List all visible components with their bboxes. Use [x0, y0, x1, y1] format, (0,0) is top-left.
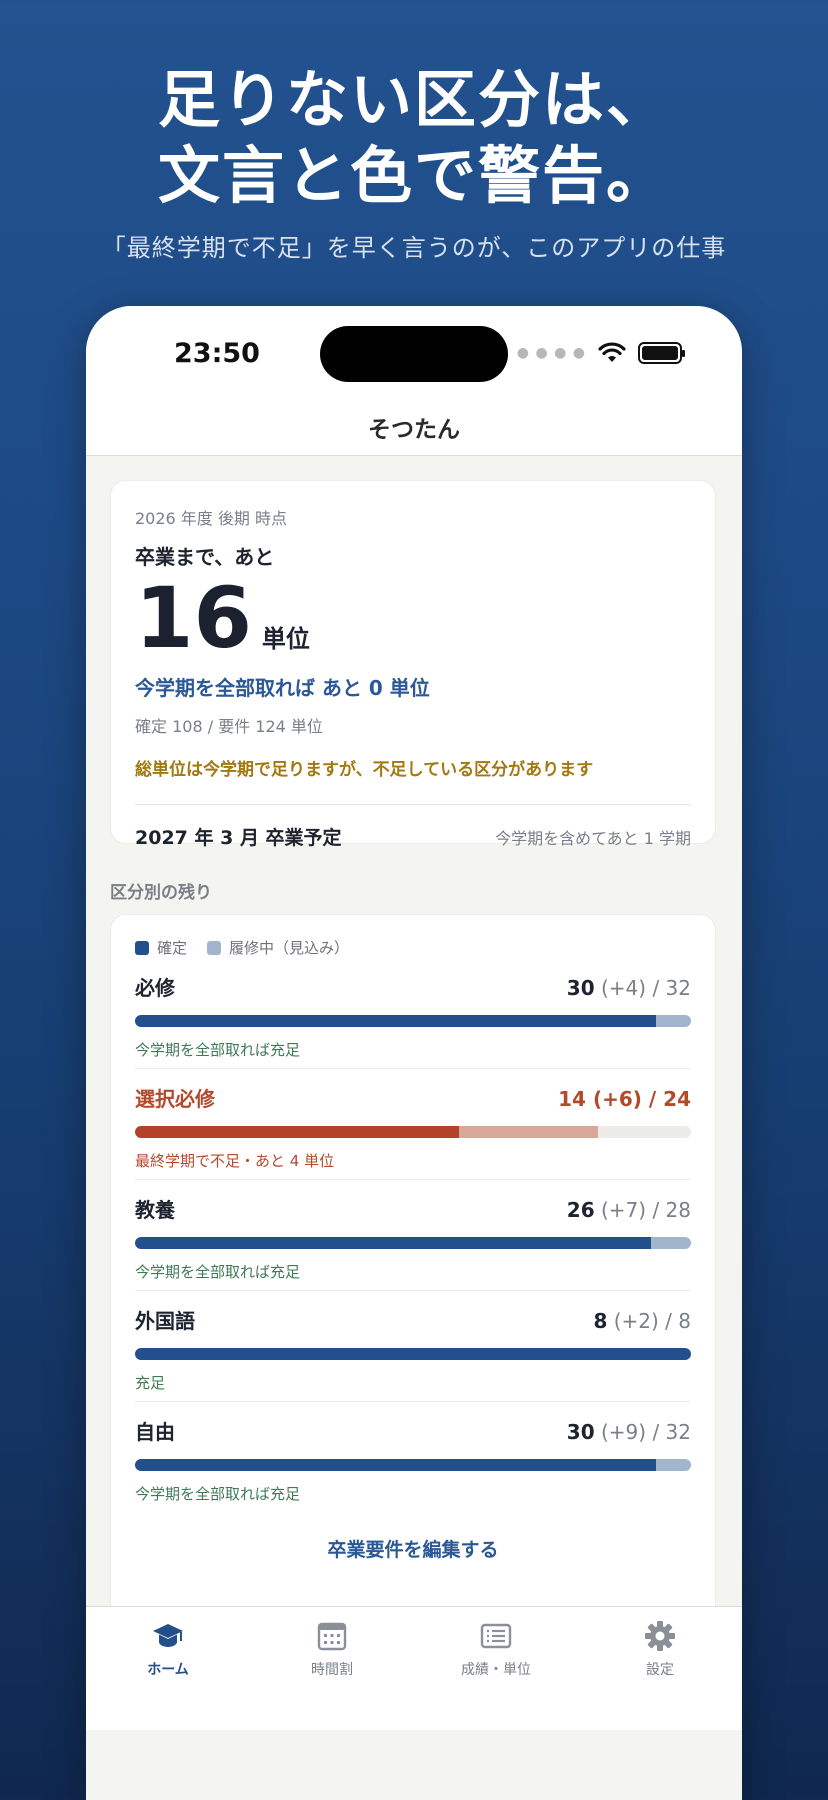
confirmed-fill	[135, 1126, 460, 1138]
category-name: 外国語	[135, 1309, 195, 1333]
remaining-unit: 単位	[261, 625, 310, 653]
legend: 確定 履修中（見込み）	[135, 937, 691, 958]
confirmed-fill	[135, 1459, 657, 1471]
category-list: 必修 30 (+4) / 32 今学期を全部取れば充足 選択必修 14 (+6)…	[135, 958, 691, 1513]
category-name: 教養	[135, 1198, 175, 1222]
tab-label: 成績・単位	[461, 1662, 531, 1678]
confirmed-fill	[135, 1348, 691, 1360]
category-name: 選択必修	[135, 1087, 215, 1111]
tab-label: 時間割	[311, 1662, 353, 1678]
category-status: 今学期を全部取れば充足	[135, 1041, 301, 1059]
promo-subline: 「最終学期で不足」を早く言うのが、このアプリの仕事	[101, 234, 727, 262]
category-status: 最終学期で不足・あと 4 単位	[135, 1152, 335, 1170]
credit-detail: 確定 108 / 要件 124 単位	[135, 717, 323, 736]
gear-icon	[645, 1621, 675, 1651]
tab-label: 設定	[646, 1662, 674, 1678]
if-all-text: 今学期を全部取れば あと 0 単位	[135, 676, 430, 700]
graduation-note: 今学期を含めてあと 1 学期	[495, 828, 691, 848]
projected-credits: (+7)	[601, 1198, 647, 1222]
category-credits: 14 (+6) / 24	[558, 1087, 691, 1111]
category-status: 充足	[135, 1374, 166, 1392]
status-time: 23:50	[174, 338, 260, 369]
category-credits: 30 (+9) / 32	[567, 1420, 691, 1444]
tab-label: ホーム	[147, 1662, 189, 1678]
category-credits: 30 (+4) / 32	[567, 976, 691, 1000]
progress-bar	[135, 1237, 691, 1249]
signal-icon: ● ● ● ●	[516, 345, 586, 361]
remaining-credits: 16	[135, 569, 252, 667]
confirmed-credits: 30	[566, 976, 595, 1000]
top-bar: 23:50 ● ● ● ● そつたん	[86, 306, 742, 456]
category-row[interactable]: 外国語 8 (+2) / 8 充足	[135, 1291, 691, 1402]
progress-bar	[135, 1126, 691, 1138]
progress-bar	[135, 1459, 691, 1471]
battery-icon	[638, 342, 685, 364]
tab-bar: ホーム 時間割 成績・単位 設定	[86, 1606, 742, 1730]
category-status: 今学期を全部取れば充足	[135, 1263, 301, 1281]
tab-home[interactable]: ホーム	[86, 1607, 250, 1730]
graduation-cap-icon	[153, 1624, 183, 1647]
headline-line-2: 文言と色で警告。	[157, 139, 670, 212]
legend-in-progress: 履修中（見込み）	[207, 937, 349, 958]
projected-credits: (+9)	[601, 1420, 647, 1444]
tab-grades[interactable]: 成績・単位	[414, 1607, 578, 1730]
confirmed-credits: 26	[566, 1198, 595, 1222]
divider	[135, 804, 691, 805]
edit-requirements-link[interactable]: 卒業要件を編集する	[135, 1535, 691, 1562]
projected-credits: (+2)	[613, 1309, 659, 1333]
projected-credits: (+4)	[601, 976, 647, 1000]
confirmed-fill	[135, 1015, 657, 1027]
category-credits: 8 (+2) / 8	[593, 1309, 691, 1333]
required-credits: / 8	[665, 1309, 691, 1333]
progress-bar	[135, 1015, 691, 1027]
graduation-row: 2027 年 3 月 卒業予定 今学期を含めてあと 1 学期	[135, 823, 691, 850]
wifi-icon	[598, 342, 626, 362]
required-credits: / 32	[652, 976, 691, 1000]
category-card: 確定 履修中（見込み） 必修 30 (+4) / 32 今学期を全部取れば充足 …	[110, 914, 716, 1654]
status-icons: ● ● ● ●	[516, 342, 685, 364]
category-row[interactable]: 自由 30 (+9) / 32 今学期を全部取れば充足	[135, 1402, 691, 1513]
projected-credits: (+6)	[592, 1087, 642, 1111]
progress-bar	[135, 1348, 691, 1360]
promo-headline: 足りない区分は、 文言と色で警告。	[0, 62, 828, 214]
category-credits: 26 (+7) / 28	[567, 1198, 691, 1222]
category-status: 今学期を全部取れば充足	[135, 1485, 301, 1503]
category-row[interactable]: 必修 30 (+4) / 32 今学期を全部取れば充足	[135, 958, 691, 1069]
category-row[interactable]: 選択必修 14 (+6) / 24 最終学期で不足・あと 4 単位	[135, 1069, 691, 1180]
tab-settings[interactable]: 設定	[578, 1607, 742, 1730]
legend-confirmed-label: 確定	[157, 939, 188, 957]
graduation-date: 2027 年 3 月 卒業予定	[135, 827, 342, 849]
list-icon	[480, 1623, 512, 1649]
remaining-row: 16 単位	[135, 574, 691, 662]
category-name: 必修	[135, 976, 175, 1000]
shortage-warning: 総単位は今学期で足りますが、不足している区分があります	[135, 760, 594, 780]
until-label: 卒業まで、あと	[135, 545, 275, 569]
required-credits: / 24	[648, 1087, 691, 1111]
legend-swatch-projected	[207, 940, 222, 955]
confirmed-credits: 14	[558, 1087, 586, 1111]
confirmed-fill	[135, 1237, 652, 1249]
legend-in-progress-label: 履修中（見込み）	[229, 939, 350, 957]
dynamic-island	[320, 326, 508, 382]
phone-frame: 23:50 ● ● ● ● そつたん 2026 年度 後期 時点 卒業まで、あと…	[86, 306, 742, 1800]
required-credits: / 32	[652, 1420, 691, 1444]
category-row[interactable]: 教養 26 (+7) / 28 今学期を全部取れば充足	[135, 1180, 691, 1291]
legend-swatch-confirmed	[135, 940, 149, 955]
calendar-icon	[317, 1622, 347, 1651]
section-label: 区分別の残り	[110, 883, 212, 903]
category-name: 自由	[135, 1420, 175, 1444]
confirmed-credits: 8	[593, 1309, 608, 1333]
as-of-label: 2026 年度 後期 時点	[135, 509, 287, 528]
tab-timetable[interactable]: 時間割	[250, 1607, 414, 1730]
headline-line-1: 足りない区分は、	[157, 63, 670, 136]
confirmed-credits: 30	[566, 1420, 595, 1444]
summary-card: 2026 年度 後期 時点 卒業まで、あと 16 単位 今学期を全部取れば あと…	[110, 480, 716, 849]
nav-title: そつたん	[368, 417, 460, 443]
legend-confirmed: 確定	[135, 937, 187, 958]
required-credits: / 28	[652, 1198, 691, 1222]
